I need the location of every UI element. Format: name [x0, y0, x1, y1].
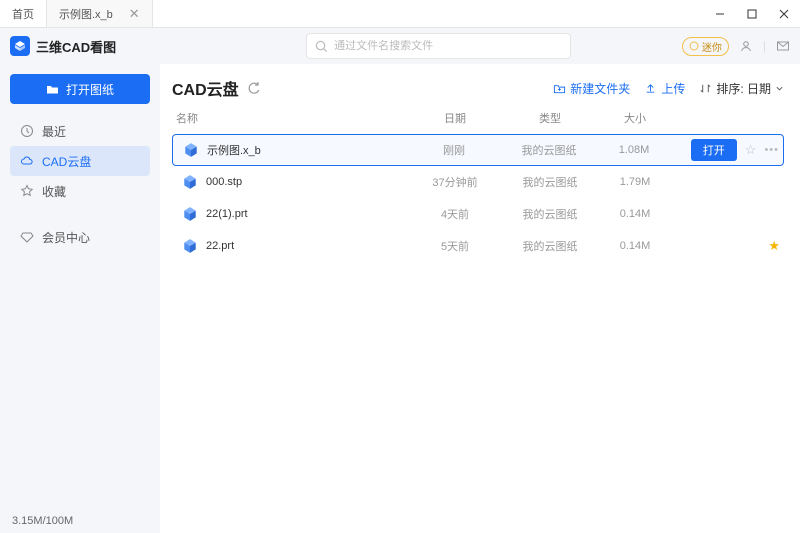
sidebar-item-label: 收藏 [42, 183, 66, 200]
file-name: 22.prt [176, 238, 410, 254]
star-icon[interactable]: ☆ [745, 142, 757, 158]
star-icon[interactable]: ★ [768, 238, 780, 254]
cloud-icon [20, 154, 34, 168]
brand-title: 三维CAD看图 [36, 37, 116, 56]
col-size: 大小 [600, 110, 670, 126]
file-3d-icon [182, 206, 198, 222]
header-right: 迷你 | [682, 37, 790, 56]
file-date: 37分钟前 [410, 174, 500, 190]
file-type: 我的云图纸 [500, 174, 600, 190]
file-date: 刚刚 [409, 142, 499, 158]
sidebar-item-label: 会员中心 [42, 229, 90, 246]
minimize-button[interactable] [704, 0, 736, 28]
sidebar-item-cloud[interactable]: CAD云盘 [10, 146, 150, 176]
file-name: 22(1).prt [176, 206, 410, 222]
table-row[interactable]: 示例图.x_b刚刚我的云图纸1.08M 打开 ☆ ••• [172, 134, 784, 166]
mini-icon [689, 41, 699, 51]
file-3d-icon [182, 238, 198, 254]
search-icon [315, 40, 328, 53]
file-type: 我的云图纸 [500, 206, 600, 222]
close-button[interactable] [768, 0, 800, 28]
title-bar: 首页 示例图.x_b ✕ [0, 0, 800, 28]
storage-usage: 3.15M/100M [10, 509, 150, 533]
mail-icon[interactable] [776, 39, 790, 53]
file-date: 5天前 [410, 238, 500, 254]
tab-label: 首页 [12, 6, 34, 22]
file-size: 0.14M [600, 208, 670, 220]
row-actions: 打开 ☆ ••• [669, 139, 779, 161]
search-box[interactable] [306, 33, 571, 59]
sort-button[interactable]: 排序: 日期 [699, 80, 784, 97]
main-header: CAD云盘 新建文件夹 上传 排序: 日期 [172, 76, 784, 100]
file-list: 示例图.x_b刚刚我的云图纸1.08M打开☆•••000.stp37分钟前我的云… [172, 134, 784, 262]
column-headers: 名称 日期 类型 大小 [172, 110, 784, 126]
brand: 三维CAD看图 [10, 36, 116, 56]
sidebar-item-favorites[interactable]: 收藏 [10, 176, 150, 206]
diamond-icon [20, 230, 34, 244]
app-header: 三维CAD看图 迷你 | [0, 28, 800, 64]
sidebar: 打开图纸 最近 CAD云盘 收藏 会员中心 3.15M/100M [0, 64, 160, 533]
file-size: 0.14M [600, 240, 670, 252]
main-panel: CAD云盘 新建文件夹 上传 排序: 日期 [160, 64, 800, 533]
refresh-icon[interactable] [247, 81, 261, 95]
search-input[interactable] [334, 40, 562, 52]
table-row[interactable]: 22(1).prt4天前我的云图纸0.14M [172, 198, 784, 230]
upload-icon [644, 82, 657, 95]
file-size: 1.08M [599, 144, 669, 156]
file-name: 示例图.x_b [177, 142, 409, 158]
maximize-button[interactable] [736, 0, 768, 28]
file-3d-icon [182, 174, 198, 190]
new-folder-button[interactable]: 新建文件夹 [553, 80, 630, 97]
upload-button[interactable]: 上传 [644, 80, 685, 97]
file-type: 我的云图纸 [499, 142, 599, 158]
sort-icon [699, 82, 712, 95]
tab-file[interactable]: 示例图.x_b ✕ [47, 0, 153, 27]
mini-mode-button[interactable]: 迷你 [682, 37, 729, 56]
table-row[interactable]: 000.stp37分钟前我的云图纸1.79M [172, 166, 784, 198]
table-row[interactable]: 22.prt5天前我的云图纸0.14M ★ [172, 230, 784, 262]
user-icon[interactable] [739, 39, 753, 53]
row-actions: ★ [670, 238, 780, 254]
chevron-down-icon [775, 84, 784, 93]
more-icon[interactable]: ••• [764, 144, 779, 156]
open-button[interactable]: 打开 [691, 139, 737, 161]
toolbar-actions: 新建文件夹 上传 排序: 日期 [553, 80, 784, 97]
close-icon[interactable]: ✕ [129, 6, 140, 22]
open-drawing-button[interactable]: 打开图纸 [10, 74, 150, 104]
brand-icon [10, 36, 30, 56]
file-type: 我的云图纸 [500, 238, 600, 254]
folder-open-icon [46, 82, 60, 96]
col-date: 日期 [410, 110, 500, 126]
file-date: 4天前 [410, 206, 500, 222]
file-3d-icon [183, 142, 199, 158]
sidebar-item-recent[interactable]: 最近 [10, 116, 150, 146]
tab-label: 示例图.x_b [59, 6, 113, 22]
sidebar-item-label: 最近 [42, 123, 66, 140]
page-title: CAD云盘 [172, 76, 239, 100]
window-controls [704, 0, 800, 28]
star-icon [20, 184, 34, 198]
col-type: 类型 [500, 110, 600, 126]
col-name: 名称 [176, 110, 410, 126]
sidebar-item-label: CAD云盘 [42, 153, 91, 170]
file-name: 000.stp [176, 174, 410, 190]
tab-home[interactable]: 首页 [0, 0, 47, 27]
sidebar-item-member[interactable]: 会员中心 [10, 222, 150, 252]
file-size: 1.79M [600, 176, 670, 188]
clock-icon [20, 124, 34, 138]
folder-plus-icon [553, 82, 566, 95]
